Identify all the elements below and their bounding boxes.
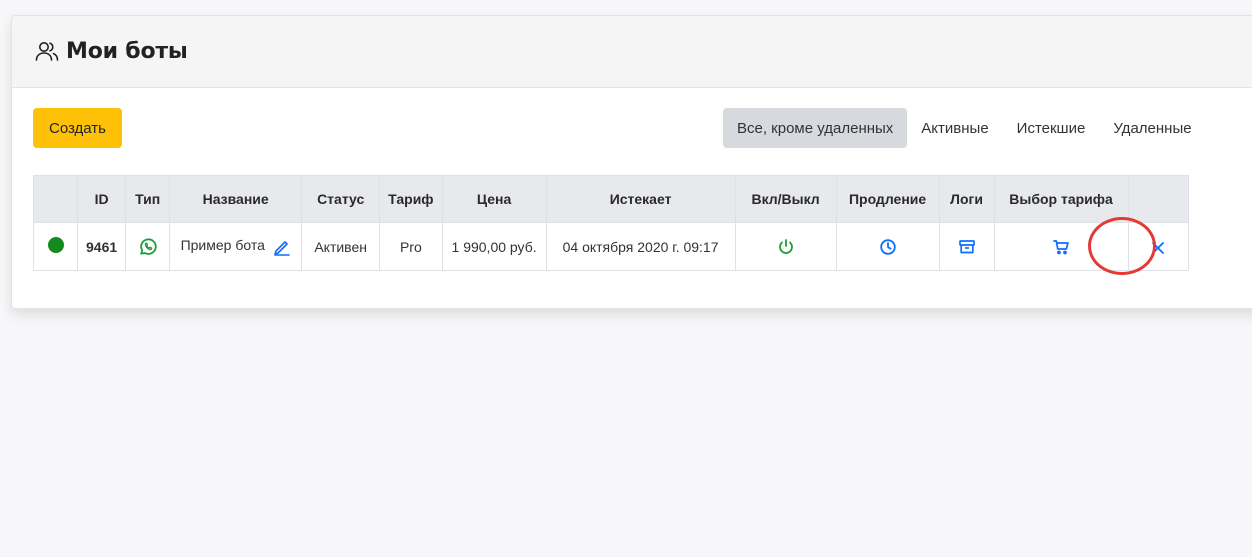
power-icon[interactable] [777,238,795,256]
filter-all-except-deleted[interactable]: Все, кроме удаленных [723,108,908,148]
toggle-cell [734,222,837,271]
page-title: Мои боты [66,39,188,64]
whatsapp-icon [138,237,158,257]
col-status: Статус [301,175,381,223]
bot-status: Активен [301,222,381,271]
col-id: ID [76,175,127,223]
filter-deleted[interactable]: Удаленные [1099,108,1205,148]
pencil-icon[interactable] [273,238,291,256]
filter-tabs: Все, кроме удаленных Активные Истекшие У… [723,108,1206,148]
col-delete [1127,175,1189,223]
col-renewal: Продление [835,175,940,223]
bot-price: 1 990,00 руб. [441,222,547,271]
status-dot [47,237,64,253]
name-cell: Пример бота [169,222,303,271]
col-toggle: Вкл/Выкл [734,175,837,223]
col-logs: Логи [938,175,995,223]
col-tariff-choice: Выбор тарифа [993,175,1129,223]
col-tariff: Тариф [379,175,443,223]
status-dot-cell [33,222,78,271]
delete-cell [1127,222,1189,271]
col-name: Название [169,175,303,223]
type-cell [125,222,171,271]
toolbar: Создать Все, кроме удаленных Активные Ис… [33,108,1252,148]
table-header-row: ID Тип Название Статус Тариф Цена Истека… [33,175,1189,223]
bot-name: Пример бота [180,237,265,254]
tariff-choice-cell [993,222,1129,271]
users-icon [34,39,60,65]
col-expires: Истекает [545,175,736,223]
card-header: Мои боты [12,16,1252,88]
archive-icon[interactable] [958,238,976,256]
close-icon[interactable] [1151,241,1165,255]
clock-icon[interactable] [879,238,897,256]
renewal-cell [835,222,940,271]
col-status-dot [33,175,78,223]
bot-id: 9461 [76,222,127,271]
col-type: Тип [125,175,171,223]
col-price: Цена [441,175,547,223]
create-button[interactable]: Создать [33,108,122,148]
logs-cell [938,222,995,271]
bots-table: ID Тип Название Статус Тариф Цена Истека… [33,175,1189,271]
table-row: 9461 Пример бота Активен Pro 1 990,00 ру… [33,222,1189,271]
bot-expires: 04 октября 2020 г. 09:17 [545,222,736,271]
cart-icon[interactable] [1052,238,1070,256]
bot-tariff: Pro [379,222,443,271]
filter-expired[interactable]: Истекшие [1003,108,1100,148]
filter-active[interactable]: Активные [907,108,1002,148]
